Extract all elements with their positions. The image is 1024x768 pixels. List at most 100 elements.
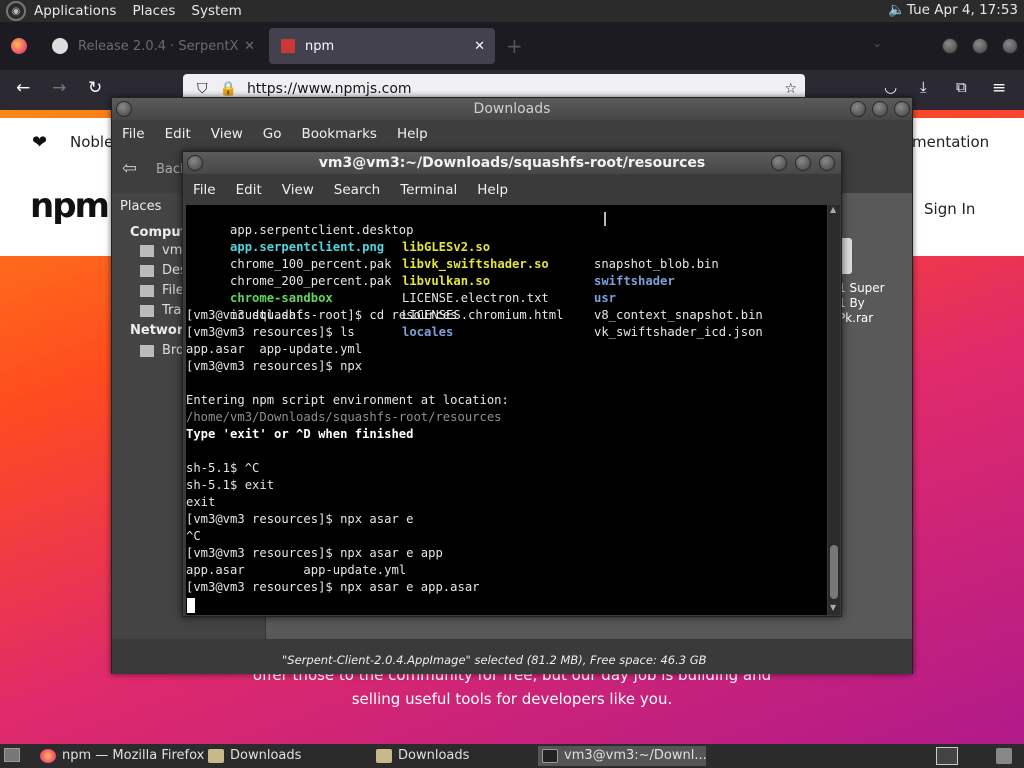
downloads-icon[interactable]: ⤓ [920, 78, 927, 96]
close-window-icon[interactable] [1002, 38, 1018, 54]
minimize-icon[interactable] [942, 38, 958, 54]
listing-row: chrome-sandbox LICENSES.chromium.html vk… [186, 273, 763, 339]
maximize-icon[interactable] [872, 101, 888, 117]
task-firefox[interactable]: npm — Mozilla Firefox [36, 746, 208, 766]
file-label-line-2[interactable]: 1 By [838, 296, 865, 310]
maximize-icon[interactable] [972, 38, 988, 54]
terminal-cursor [187, 598, 195, 613]
menu-file[interactable]: File [112, 126, 155, 142]
lock-icon[interactable]: 🔒 [220, 81, 237, 97]
close-icon[interactable] [819, 155, 835, 171]
nautilus-title: Downloads [473, 101, 551, 117]
minimize-icon[interactable] [850, 101, 866, 117]
terminal-line: [vm3@vm3 squashfs-root]$ cd resources [186, 308, 458, 322]
forward-icon[interactable]: → [52, 78, 66, 98]
task-downloads-label: Downloads [230, 748, 302, 763]
places-menu[interactable]: Places [124, 3, 183, 19]
sign-in-link[interactable]: Sign In [924, 200, 975, 218]
listing-entry: swiftshader [594, 274, 675, 288]
clock[interactable]: Tue Apr 4, 17:53 [907, 2, 1018, 18]
maximize-icon[interactable] [795, 155, 811, 171]
extensions-icon[interactable]: ⧉ [956, 78, 967, 96]
terminal-line: Type 'exit' or ^D when finished [186, 427, 414, 441]
listing-entry: vk_swiftshader_icd.json [594, 325, 763, 339]
listing-entry: v8_context_snapshot.bin [594, 308, 763, 322]
shield-icon[interactable]: ⛉ [197, 81, 208, 97]
menu-terminal[interactable]: Terminal [390, 182, 467, 198]
menu-edit[interactable]: Edit [226, 182, 272, 198]
tab-strip: Release 2.0.4 · SerpentX ✕ npm ✕ + ⌄ [0, 22, 1024, 70]
tab-npm[interactable]: npm ✕ [269, 28, 495, 64]
task-downloads-1[interactable]: Downloads [204, 746, 366, 766]
listing-entry: libvulkan.so [402, 274, 491, 288]
minimize-icon[interactable] [771, 155, 787, 171]
heart-icon: ❤ [32, 132, 48, 153]
terminal-output[interactable]: app.serpentclient.desktop libGLESv2.so s… [186, 205, 827, 615]
back-icon[interactable]: ← [16, 78, 30, 98]
reload-icon[interactable]: ↻ [88, 78, 102, 98]
terminal-line: [vm3@vm3 resources]$ npx asar e [186, 512, 414, 526]
tab-release[interactable]: Release 2.0.4 · SerpentX ✕ [40, 28, 265, 64]
task-downloads-label: Downloads [398, 748, 470, 763]
file-label-line-1[interactable]: 1 Super [838, 281, 885, 295]
desktop-folder-icon [140, 265, 154, 277]
menu-search[interactable]: Search [324, 182, 390, 198]
hamburger-menu-icon[interactable]: ≡ [992, 78, 1006, 98]
list-tabs-icon[interactable]: ⌄ [872, 36, 882, 50]
terminal-titlebar[interactable]: vm3@vm3:~/Downloads/squashfs-root/resour… [183, 152, 841, 174]
close-tab-icon[interactable]: ✕ [474, 39, 485, 54]
menu-view[interactable]: View [201, 126, 253, 142]
menu-edit[interactable]: Edit [155, 126, 201, 142]
workspace-switcher-icon[interactable] [936, 747, 958, 765]
file-label-line-3[interactable]: Pk.rar [838, 311, 873, 325]
pocket-icon[interactable]: ◡ [884, 78, 897, 96]
trash-applet-icon[interactable] [996, 748, 1012, 764]
terminal-line: app.asar app-update.yml [186, 563, 407, 577]
terminal-line: [vm3@vm3 resources]$ npx asar e app [186, 546, 443, 560]
terminal-window: vm3@vm3:~/Downloads/squashfs-root/resour… [182, 151, 842, 617]
npm-body-line-2: selling useful tools for developers like… [351, 690, 673, 708]
menu-file[interactable]: File [183, 182, 226, 198]
gnome-foot-icon[interactable]: ◉ [6, 1, 26, 21]
scroll-down-arrow-icon[interactable]: ▼ [830, 603, 836, 612]
menu-help[interactable]: Help [387, 126, 438, 142]
terminal-scrollbar[interactable]: ▲ ▼ [828, 205, 840, 615]
places-header[interactable]: Places [120, 199, 161, 214]
window-menu-icon[interactable] [116, 101, 132, 117]
close-icon[interactable] [894, 101, 910, 117]
terminal-line: sh-5.1$ ^C [186, 461, 260, 475]
menu-view[interactable]: View [272, 182, 324, 198]
scroll-up-arrow-icon[interactable]: ▲ [830, 205, 836, 214]
trash-icon [140, 305, 154, 317]
nautilus-menubar: File Edit View Go Bookmarks Help [112, 120, 912, 148]
bookmark-star-icon[interactable]: ☆ [784, 81, 797, 97]
url-text[interactable]: https://www.npmjs.com [247, 81, 412, 97]
listing-row: app.serpentclient.desktop libGLESv2.so s… [186, 205, 719, 271]
terminal-line: [vm3@vm3 resources]$ ls [186, 325, 355, 339]
listing-entry: locales [402, 325, 454, 339]
firefox-view-icon[interactable] [11, 38, 27, 54]
system-menu[interactable]: System [183, 3, 249, 19]
window-menu-icon[interactable] [187, 155, 203, 171]
applications-menu[interactable]: Applications [26, 3, 124, 19]
nautilus-titlebar[interactable]: Downloads [112, 98, 912, 120]
task-terminal[interactable]: vm3@vm3:~/Downl... [538, 746, 707, 766]
menu-help[interactable]: Help [467, 182, 518, 198]
nav-link-fragment-right[interactable]: mentation [912, 133, 989, 151]
menu-go[interactable]: Go [253, 126, 292, 142]
task-downloads-2[interactable]: Downloads [372, 746, 534, 766]
volume-icon[interactable]: 🔈 [888, 2, 905, 18]
home-folder-icon [140, 245, 154, 257]
tab-release-label: Release 2.0.4 · SerpentX [78, 38, 239, 54]
listing-row: chrome_100_percent.pak libvulkan.so usr [186, 239, 616, 305]
npm-logo[interactable]: npm [30, 186, 110, 226]
show-desktop-icon[interactable] [4, 748, 20, 762]
github-icon [52, 38, 68, 54]
scrollbar-thumb[interactable] [830, 545, 838, 599]
firefox-icon [40, 749, 56, 763]
back-arrow-icon[interactable]: ⇦ [122, 158, 137, 179]
nav-link-fragment-left[interactable]: Noble [70, 133, 113, 151]
menu-bookmarks[interactable]: Bookmarks [292, 126, 387, 142]
new-tab-icon[interactable]: + [506, 34, 523, 58]
close-tab-icon[interactable]: ✕ [244, 39, 255, 54]
